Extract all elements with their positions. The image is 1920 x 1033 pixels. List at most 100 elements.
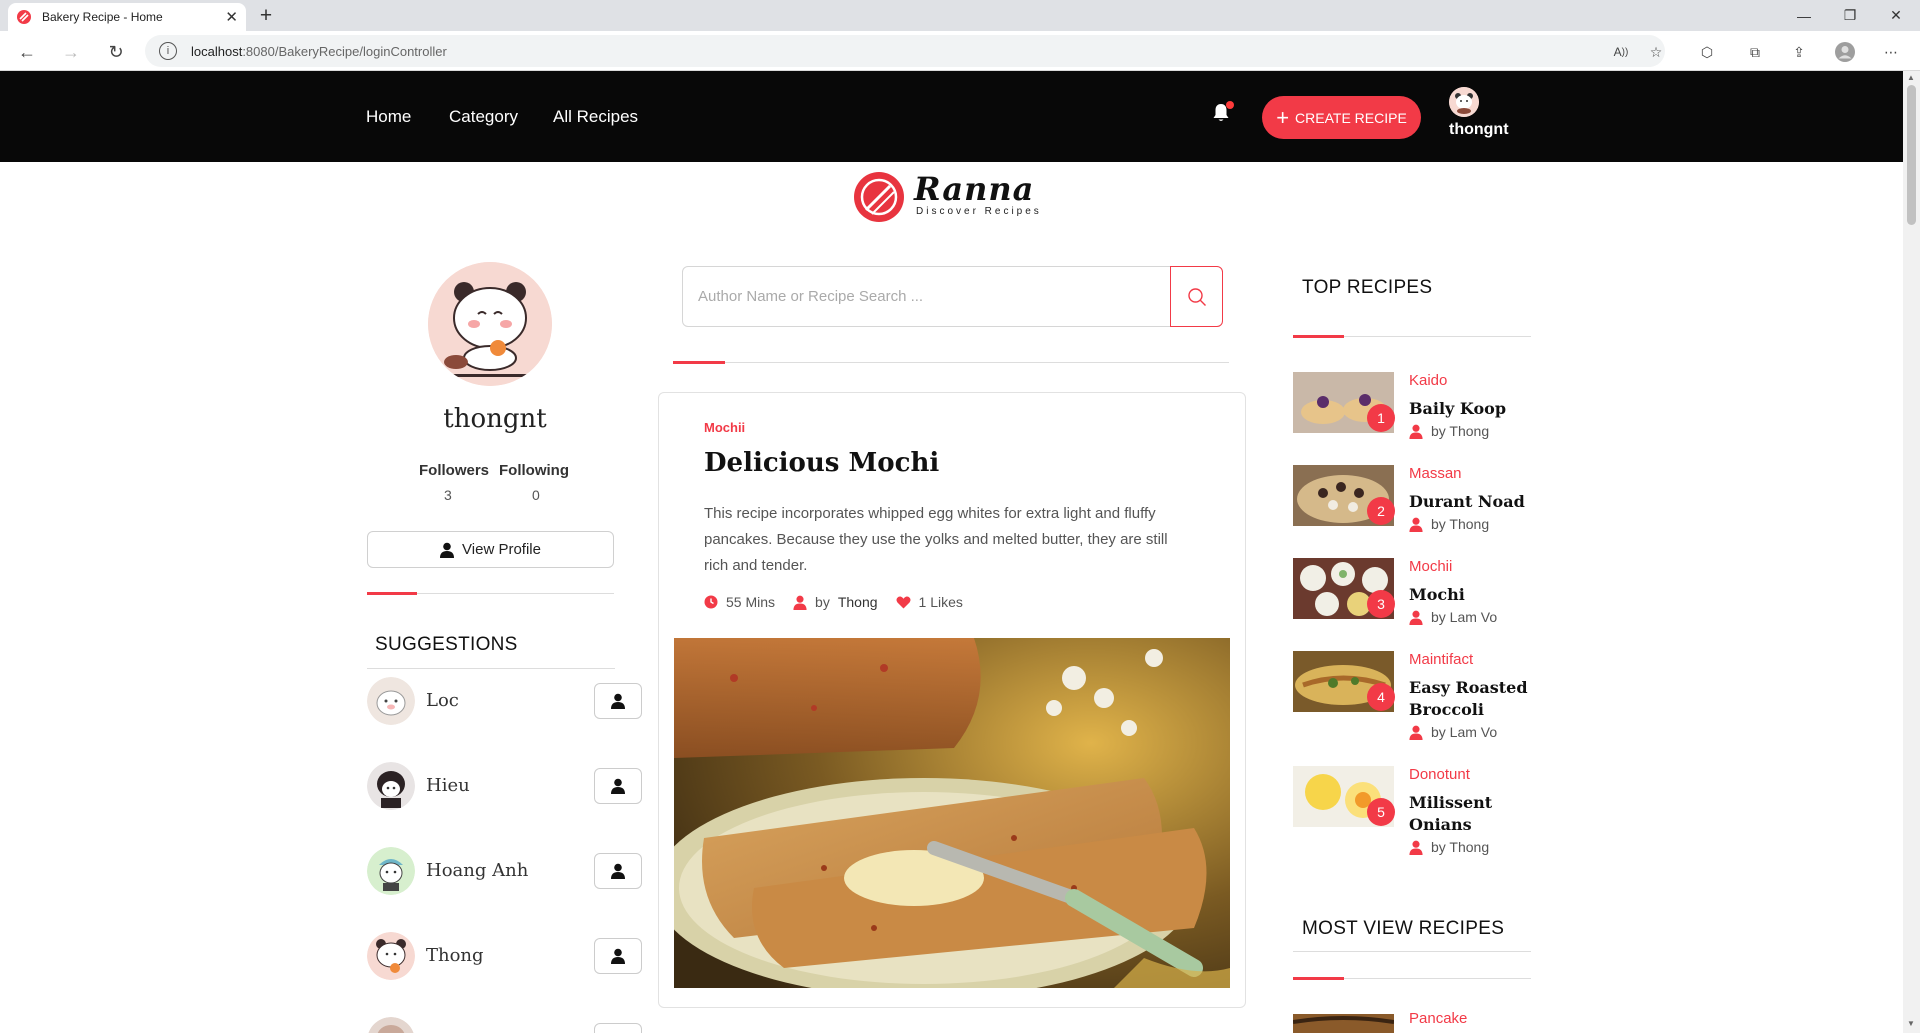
top-recipe-name[interactable]: Durant Noad	[1409, 491, 1529, 513]
divider-accent	[1293, 977, 1344, 980]
browser-tab-strip: Bakery Recipe - Home ✕ + — ❐ ✕	[0, 0, 1920, 31]
scrollbar-thumb[interactable]	[1907, 85, 1916, 225]
suggestion-name[interactable]: Hieu	[426, 775, 470, 796]
suggestion-name[interactable]: Loc	[426, 690, 459, 711]
recipe-likes-count: 1 Likes	[918, 594, 963, 610]
top-recipe-item[interactable]: 1 Kaido Baily Koop by Thong	[1293, 372, 1533, 452]
scroll-down-icon[interactable]: ▼	[1907, 1019, 1915, 1028]
page-scrollbar[interactable]: ▲ ▼	[1903, 71, 1920, 1033]
forward-icon[interactable]: →	[56, 37, 86, 67]
new-tab-icon[interactable]: +	[252, 3, 280, 29]
user-icon	[1409, 517, 1423, 532]
top-recipe-author-text[interactable]: by Lam Vo	[1431, 609, 1497, 625]
most-view-category[interactable]: Pancake	[1409, 1010, 1467, 1027]
profile-avatar[interactable]	[428, 262, 552, 386]
recipe-title[interactable]: Delicious Mochi	[704, 448, 939, 478]
top-recipe-author-text[interactable]: by Thong	[1431, 423, 1489, 439]
top-recipe-category[interactable]: Donotunt	[1409, 766, 1470, 783]
view-profile-button[interactable]: View Profile	[367, 531, 614, 568]
top-recipe-name[interactable]: Milissent Onians	[1409, 792, 1529, 836]
suggestion-avatar[interactable]	[367, 1017, 415, 1033]
more-menu-icon[interactable]: ⋯	[1880, 41, 1902, 63]
recipe-likes[interactable]: 1 Likes	[896, 594, 963, 610]
create-recipe-button[interactable]: + CREATE RECIPE	[1262, 96, 1421, 139]
top-recipe-category[interactable]: Maintifact	[1409, 651, 1473, 668]
recipe-category[interactable]: Mochii	[704, 420, 745, 435]
read-aloud-icon[interactable]: A))	[1610, 41, 1632, 63]
suggestion-avatar[interactable]	[367, 762, 415, 810]
top-recipe-name[interactable]: Mochi	[1409, 584, 1529, 606]
user-icon	[440, 542, 455, 558]
url-path: :8080/BakeryRecipe/loginController	[242, 43, 447, 59]
following-label[interactable]: Following	[499, 462, 569, 479]
header-avatar[interactable]	[1449, 87, 1479, 117]
top-recipe-author-text[interactable]: by Lam Vo	[1431, 724, 1497, 740]
most-view-thumbnail[interactable]	[1293, 1014, 1394, 1033]
extensions-icon[interactable]: ⬡	[1696, 41, 1718, 63]
url-host: localhost	[191, 43, 243, 59]
site-logo[interactable]: Ranna Discover Recipes	[852, 170, 1062, 224]
tab-close-icon[interactable]: ✕	[225, 8, 238, 26]
window-close-icon[interactable]: ✕	[1873, 0, 1919, 31]
recipe-author-name[interactable]: Thong	[838, 594, 878, 610]
top-recipe-author: by Thong	[1409, 516, 1489, 532]
top-recipe-author: by Thong	[1409, 839, 1489, 855]
suggestion-name[interactable]: Thong	[426, 945, 484, 966]
search-button[interactable]	[1170, 266, 1223, 327]
most-view-item[interactable]: Pancake	[1293, 1010, 1533, 1033]
follow-button[interactable]	[594, 1023, 642, 1033]
search-input[interactable]	[684, 268, 1168, 325]
user-icon	[611, 693, 625, 709]
browser-profile-icon[interactable]	[1834, 41, 1856, 63]
top-recipe-author-text[interactable]: by Thong	[1431, 516, 1489, 532]
url-field[interactable]: i localhost:8080/BakeryRecipe/loginContr…	[145, 35, 1665, 67]
user-icon	[1409, 840, 1423, 855]
followers-label[interactable]: Followers	[419, 462, 489, 479]
top-recipe-item[interactable]: 4 Maintifact Easy Roasted Broccoli by La…	[1293, 651, 1533, 751]
user-icon	[611, 863, 625, 879]
follow-button[interactable]	[594, 768, 642, 804]
logo-mark-icon	[854, 172, 904, 222]
scroll-up-icon[interactable]: ▲	[1907, 73, 1915, 82]
top-recipe-author-text[interactable]: by Thong	[1431, 839, 1489, 855]
site-header: Home Category All Recipes + CREATE RECIP…	[0, 71, 1903, 162]
favorite-star-icon[interactable]: ☆	[1645, 41, 1667, 63]
suggestion-item: Hieu	[367, 762, 645, 812]
top-recipe-item[interactable]: 3 Mochii Mochi by Lam Vo	[1293, 558, 1533, 638]
nav-home[interactable]: Home	[366, 107, 411, 127]
reload-icon[interactable]: ↻	[101, 37, 131, 67]
suggestion-name[interactable]: Hoang Anh	[426, 860, 528, 881]
top-recipe-category[interactable]: Mochii	[1409, 558, 1452, 575]
suggestions-title: SUGGESTIONS	[375, 634, 518, 655]
restore-icon[interactable]: ❐	[1827, 0, 1873, 31]
suggestion-avatar[interactable]	[367, 847, 415, 895]
top-recipe-item[interactable]: 5 Donotunt Milissent Onians by Thong	[1293, 766, 1533, 866]
follow-button[interactable]	[594, 853, 642, 889]
top-recipe-name[interactable]: Baily Koop	[1409, 398, 1529, 420]
header-username[interactable]: thongnt	[1449, 121, 1509, 139]
top-recipe-name[interactable]: Easy Roasted Broccoli	[1409, 677, 1529, 721]
recipe-photo[interactable]	[674, 638, 1230, 988]
top-recipe-item[interactable]: 2 Massan Durant Noad by Thong	[1293, 465, 1533, 545]
recipe-search	[682, 266, 1223, 327]
back-icon[interactable]: ←	[12, 37, 42, 67]
site-info-icon[interactable]: i	[159, 42, 177, 60]
user-icon	[611, 948, 625, 964]
minimize-icon[interactable]: —	[1781, 0, 1827, 31]
site-favicon-icon	[16, 9, 32, 25]
clock-icon	[704, 595, 718, 609]
heart-icon	[896, 596, 911, 609]
nav-all-recipes[interactable]: All Recipes	[553, 107, 638, 127]
suggestion-avatar[interactable]	[367, 677, 415, 725]
share-icon[interactable]: ⇪	[1788, 41, 1810, 63]
follow-button[interactable]	[594, 683, 642, 719]
browser-tab[interactable]: Bakery Recipe - Home ✕	[8, 3, 246, 31]
nav-category[interactable]: Category	[449, 107, 518, 127]
suggestion-avatar[interactable]	[367, 932, 415, 980]
top-recipe-category[interactable]: Massan	[1409, 465, 1462, 482]
notification-bell-icon[interactable]	[1212, 101, 1234, 128]
recipe-author: by Thong	[793, 594, 878, 610]
follow-button[interactable]	[594, 938, 642, 974]
top-recipe-category[interactable]: Kaido	[1409, 372, 1447, 389]
collections-icon[interactable]: ⧉	[1744, 41, 1766, 63]
